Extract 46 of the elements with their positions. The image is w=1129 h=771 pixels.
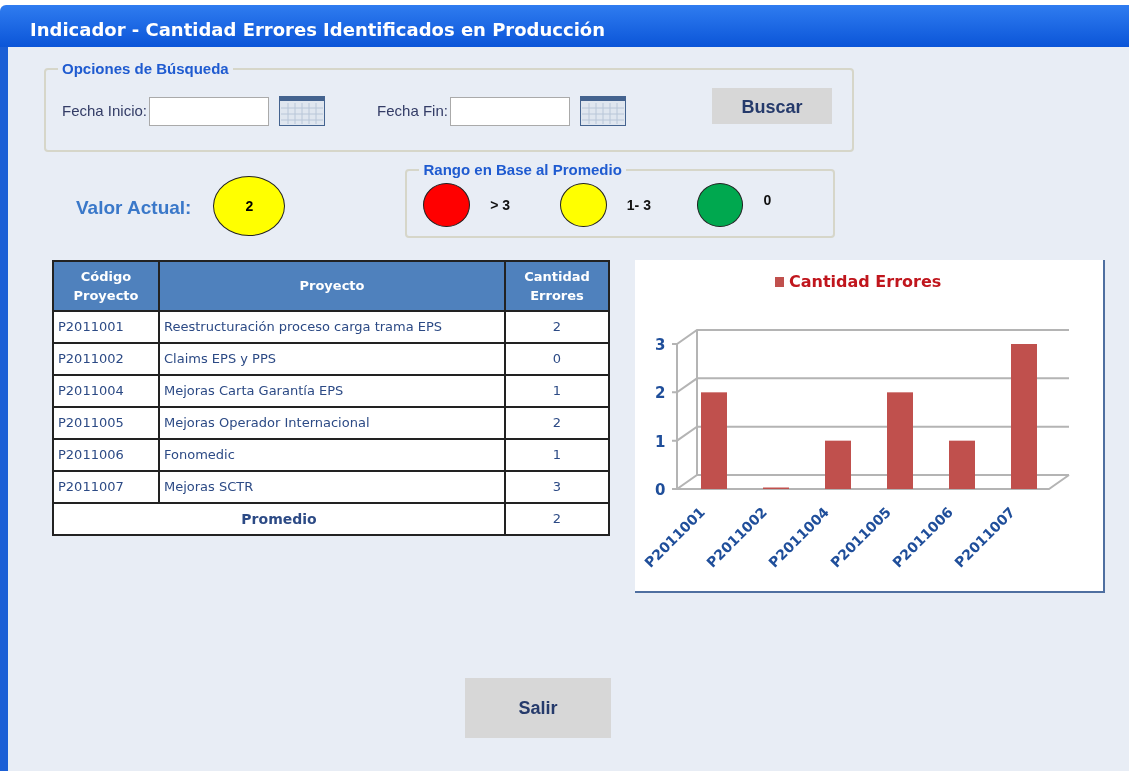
- table-cell: Mejoras Operador Internacional: [159, 407, 505, 439]
- table-cell: P2011004: [53, 375, 159, 407]
- axis-tick-label: 3: [655, 336, 666, 354]
- table-cell: P2011002: [53, 343, 159, 375]
- search-button[interactable]: Buscar: [712, 88, 832, 124]
- table-cell: 1: [505, 439, 609, 471]
- table-cell: P2011007: [53, 471, 159, 503]
- table-cell: Promedio: [53, 503, 505, 535]
- axis-tick-label: 2: [655, 384, 666, 403]
- table-cell: 2: [505, 503, 609, 535]
- calendar-icon[interactable]: [279, 96, 326, 126]
- axis-tick-label: 0: [655, 481, 666, 499]
- table-cell: P2011006: [53, 439, 159, 471]
- table-cell: Claims EPS y PPS: [159, 343, 505, 375]
- chart-bar: [949, 440, 975, 489]
- chart-bar: [825, 440, 851, 489]
- table-cell: P2011001: [53, 311, 159, 343]
- indicator-light: 2: [213, 176, 286, 236]
- group-title: Rango en Base al Promedio: [422, 162, 623, 177]
- table-cell: 3: [505, 471, 609, 503]
- group-title: Opciones de Búsqueda: [61, 61, 230, 76]
- range-label: 1- 3: [626, 195, 652, 215]
- table-cell: 2: [505, 407, 609, 439]
- field-label: Fecha Fin:: [377, 100, 448, 121]
- table-cell: Mejoras SCTR: [159, 471, 505, 503]
- column-header: Cantidad Errores: [505, 261, 609, 311]
- table-cell: 1: [505, 375, 609, 407]
- exit-button[interactable]: Salir: [465, 678, 611, 738]
- current-value-label: Valor Actual:: [76, 196, 192, 220]
- window-title: Indicador - Cantidad Errores Identificados en Producción: [0, 5, 1129, 47]
- table-cell: P2011005: [53, 407, 159, 439]
- column-header: Código Proyecto: [53, 261, 159, 311]
- table-cell: Reestructuración proceso carga trama EPS: [159, 311, 505, 343]
- calendar-icon[interactable]: [579, 96, 626, 126]
- field-label: Fecha Inicio:: [62, 100, 148, 121]
- table-cell: Fonomedic: [159, 439, 505, 471]
- column-header: Proyecto: [159, 261, 505, 311]
- chart-legend: Cantidad Errores: [775, 272, 942, 291]
- range-label: > 3: [490, 195, 511, 215]
- table-cell: 0: [505, 343, 609, 375]
- start-date-field[interactable]: [149, 96, 270, 126]
- end-date-field[interactable]: [449, 96, 570, 126]
- table-cell: Mejoras Carta Garantía EPS: [159, 375, 505, 407]
- range-label: 0: [763, 190, 773, 210]
- table-cell: 2: [505, 311, 609, 343]
- axis-tick-label: 1: [655, 432, 666, 451]
